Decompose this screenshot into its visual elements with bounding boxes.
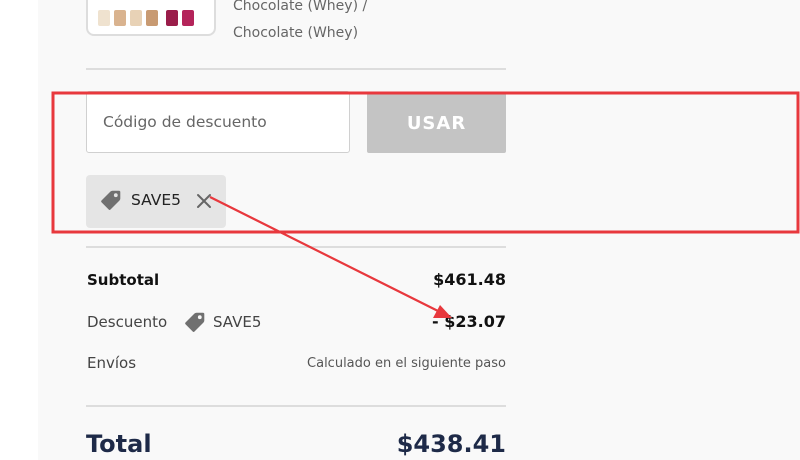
applied-discount-code: SAVE5 — [131, 191, 181, 209]
close-icon[interactable] — [196, 193, 212, 209]
total-label: Total — [86, 430, 152, 458]
subtotal-value: $461.48 — [433, 270, 506, 289]
product-variant-line: Chocolate (Whey) — [233, 25, 359, 41]
apply-discount-button[interactable]: USAR — [367, 93, 506, 153]
tag-icon — [185, 312, 205, 332]
product-image-bag — [130, 10, 142, 26]
product-variant-line: Chocolate (Whey) / — [233, 0, 368, 14]
product-image-bag — [166, 10, 178, 26]
divider — [86, 246, 506, 248]
product-image-bag — [182, 10, 194, 26]
discount-value: - $23.07 — [432, 312, 506, 331]
total-value: $438.41 — [396, 430, 506, 458]
product-image-bag — [98, 10, 110, 26]
tag-icon — [101, 190, 121, 210]
divider — [86, 68, 506, 70]
subtotal-label: Subtotal — [87, 271, 160, 289]
discount-code-label: SAVE5 — [213, 313, 262, 331]
shipping-value: Calculado en el siguiente paso — [307, 356, 506, 371]
shipping-label: Envíos — [87, 354, 137, 372]
discount-code-input[interactable] — [86, 91, 350, 153]
divider — [86, 405, 506, 407]
product-image-bag — [114, 10, 126, 26]
applied-discount-chip: SAVE5 — [86, 175, 226, 228]
discount-label: Descuento — [87, 313, 168, 331]
product-image-bag — [146, 10, 158, 26]
product-thumbnail — [86, 0, 216, 36]
